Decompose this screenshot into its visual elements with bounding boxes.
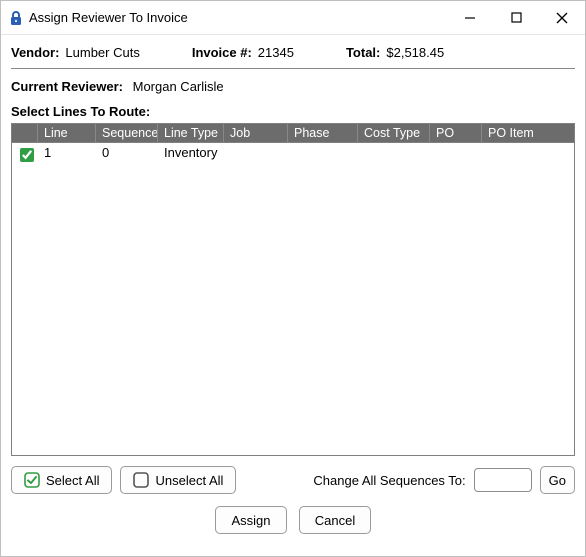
content-area: Vendor: Lumber Cuts Invoice #: 21345 Tot… [1,35,585,556]
table-row[interactable]: 1 0 Inventory [12,143,574,167]
grid-body[interactable]: 1 0 Inventory [12,143,574,454]
cancel-button[interactable]: Cancel [299,506,371,534]
unselect-all-label: Unselect All [155,473,223,488]
vendor-label: Vendor: [11,45,59,60]
checkbox-empty-icon [133,472,149,488]
cell-po-item [482,143,574,167]
current-reviewer-label: Current Reviewer: [11,79,123,94]
cell-phase [288,143,358,167]
cell-sequence: 0 [96,143,158,167]
col-sequence[interactable]: Sequence [96,124,158,142]
row-checkbox[interactable] [20,148,34,162]
minimize-button[interactable] [447,1,493,34]
footer: Assign Cancel [11,494,575,546]
checkbox-checked-icon [24,472,40,488]
total-value: $2,518.45 [386,45,444,60]
change-sequences-label: Change All Sequences To: [313,473,465,488]
cancel-label: Cancel [315,513,355,528]
col-phase[interactable]: Phase [288,124,358,142]
select-lines-label: Select Lines To Route: [11,98,575,123]
unselect-all-button[interactable]: Unselect All [120,466,236,494]
go-label: Go [549,473,566,488]
cell-cost-type [358,143,430,167]
maximize-button[interactable] [493,1,539,34]
sequence-input[interactable] [474,468,532,492]
current-reviewer-value: Morgan Carlisle [133,79,224,94]
cell-po [430,143,482,167]
cell-line: 1 [38,143,96,167]
cell-line-type: Inventory [158,143,224,167]
lines-grid: Line Sequence Line Type Job Phase Cost T… [11,123,575,456]
col-check[interactable] [12,124,38,142]
select-all-label: Select All [46,473,99,488]
assign-button[interactable]: Assign [215,506,287,534]
titlebar: Assign Reviewer To Invoice [1,1,585,35]
assign-label: Assign [231,513,270,528]
cell-job [224,143,288,167]
col-po[interactable]: PO [430,124,482,142]
col-job[interactable]: Job [224,124,288,142]
close-button[interactable] [539,1,585,34]
reviewer-row: Current Reviewer: Morgan Carlisle [11,69,575,98]
lock-icon [9,10,23,26]
window-title: Assign Reviewer To Invoice [29,10,447,25]
invoice-number-label: Invoice #: [192,45,252,60]
col-cost-type[interactable]: Cost Type [358,124,430,142]
invoice-info-row: Vendor: Lumber Cuts Invoice #: 21345 Tot… [11,41,575,69]
app-window: Assign Reviewer To Invoice Vendor: Lumbe… [0,0,586,557]
total-label: Total: [346,45,380,60]
toolbar: Select All Unselect All Change All Seque… [11,456,575,494]
col-line-type[interactable]: Line Type [158,124,224,142]
select-all-button[interactable]: Select All [11,466,112,494]
grid-header: Line Sequence Line Type Job Phase Cost T… [12,124,574,143]
window-controls [447,1,585,34]
col-line[interactable]: Line [38,124,96,142]
vendor-value: Lumber Cuts [65,45,139,60]
invoice-number-value: 21345 [258,45,294,60]
col-po-item[interactable]: PO Item [482,124,574,142]
go-button[interactable]: Go [540,466,575,494]
